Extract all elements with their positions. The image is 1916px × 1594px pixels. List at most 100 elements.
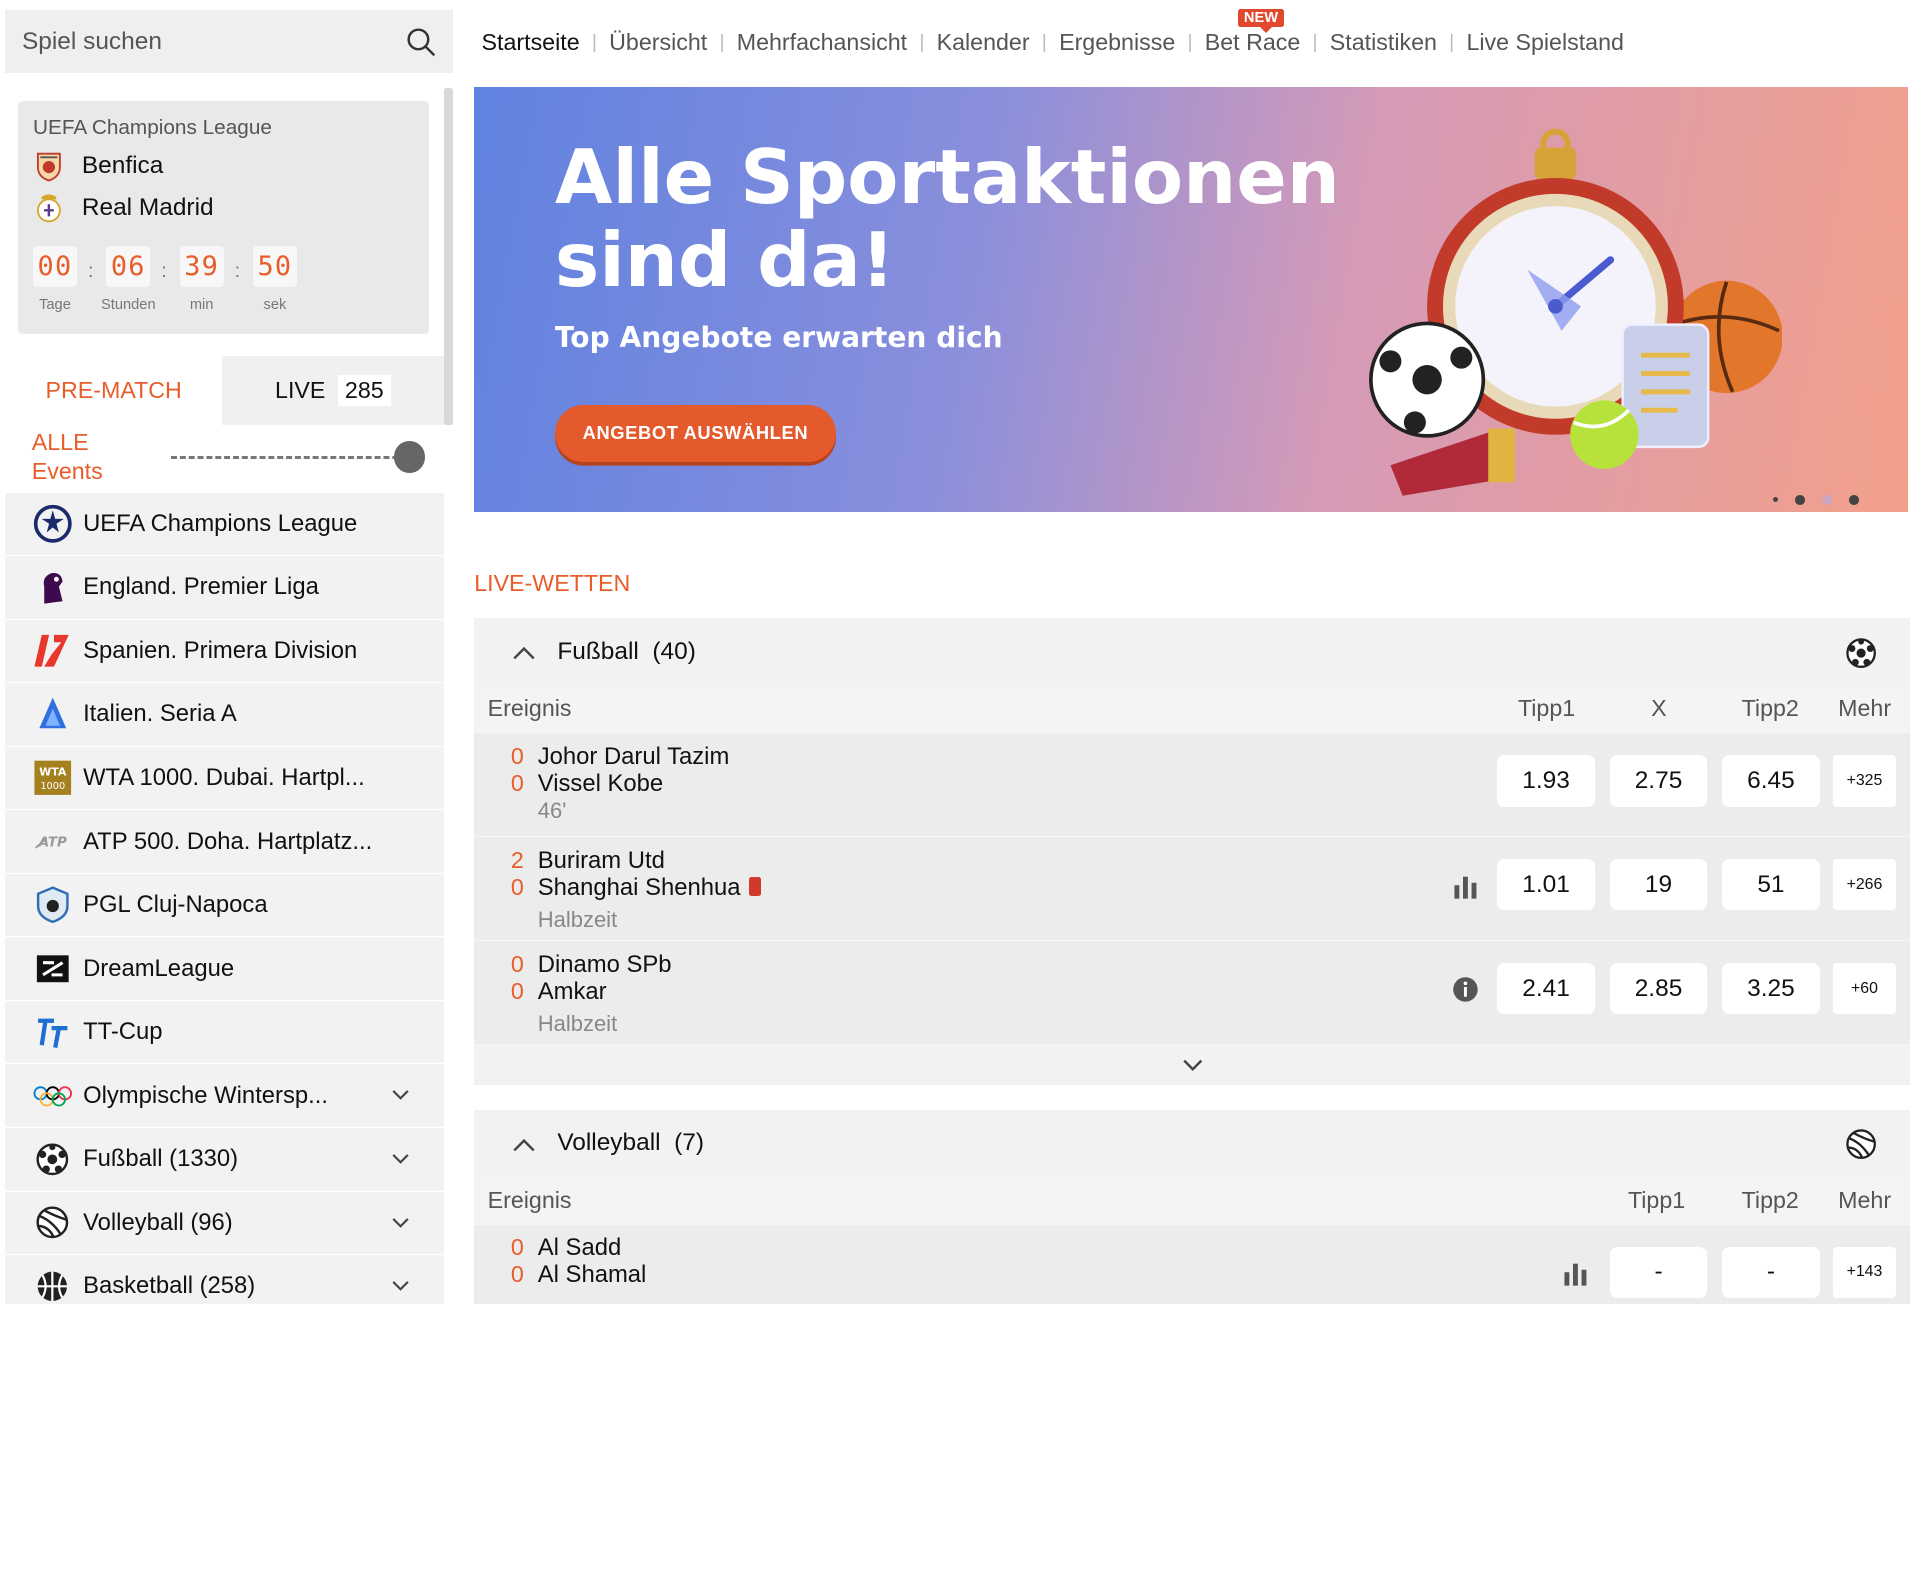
- league-item-volleyball[interactable]: Volleyball (96): [4, 1191, 444, 1256]
- match-status: Halbzeit: [537, 1010, 618, 1036]
- featured-match-card[interactable]: UEFA Champions League Benfica Real Madri…: [18, 101, 429, 334]
- more-markets-button[interactable]: +325: [1833, 755, 1896, 807]
- nav-item-bet-race[interactable]: NEW Bet Race: [1204, 8, 1301, 56]
- league-item-champions-league[interactable]: UEFA Champions League: [4, 492, 444, 557]
- event-row[interactable]: 0 0 Johor Darul Tazim Vissel Kobe 46' 1.…: [474, 733, 1911, 838]
- league-item-dreamleague[interactable]: DreamLeague: [4, 937, 444, 1001]
- team-away-wrap: Shanghai Shenhua: [538, 874, 762, 902]
- volleyball-header[interactable]: Volleyball (7): [474, 1110, 1910, 1178]
- nav-item-kalender[interactable]: Kalender: [937, 29, 1030, 56]
- col-tipp2: Tipp2: [1741, 695, 1799, 722]
- nav-item-uebersicht[interactable]: Übersicht: [609, 29, 707, 56]
- search-icon[interactable]: [405, 26, 437, 58]
- league-item-pgl[interactable]: PGL Cluj-Napoca: [4, 873, 444, 938]
- odd-x-button[interactable]: 19: [1609, 859, 1708, 911]
- match-status: 46': [537, 798, 567, 824]
- countdown-label: Stunden: [101, 296, 156, 313]
- odd-tipp1-button[interactable]: -: [1609, 1246, 1708, 1298]
- svg-text:WTA: WTA: [39, 766, 67, 779]
- chevron-up-icon[interactable]: [513, 645, 535, 660]
- carousel-dot[interactable]: [1822, 494, 1833, 505]
- show-more-events[interactable]: [474, 1044, 1911, 1086]
- col-tipp1: Tipp1: [1517, 695, 1576, 722]
- chevron-down-icon[interactable]: [392, 1086, 409, 1103]
- team-1-name: Benfica: [81, 152, 164, 180]
- more-markets-button[interactable]: +143: [1833, 1246, 1896, 1298]
- basketball-icon: [32, 1266, 74, 1304]
- chevron-down-icon[interactable]: [1183, 1057, 1203, 1072]
- search-input[interactable]: Spiel suchen: [4, 9, 454, 74]
- odd-tipp1-button[interactable]: 1.93: [1497, 755, 1595, 807]
- team-away: Al Shamal: [537, 1261, 647, 1289]
- odd-tipp1-button[interactable]: 1.01: [1497, 859, 1595, 911]
- nav-item-live-spielstand[interactable]: Live Spielstand: [1466, 29, 1623, 56]
- sport-title: Volleyball (7): [557, 1129, 704, 1157]
- nav-item-mehrfachansicht[interactable]: Mehrfachansicht: [737, 29, 907, 56]
- carousel-dot[interactable]: [1849, 494, 1859, 505]
- league-item-wta[interactable]: WTA 1000 WTA 1000. Dubai. Hartpl...: [4, 746, 444, 811]
- tab-live[interactable]: LIVE 285: [222, 355, 444, 426]
- page-root: Spiel suchen UEFA Champions League Benfi…: [0, 0, 1916, 1305]
- tab-prematch[interactable]: PRE-MATCH: [4, 355, 223, 426]
- stats-icon[interactable]: [1562, 1260, 1589, 1287]
- league-label: Volleyball (96): [83, 1208, 233, 1236]
- nav-item-startseite[interactable]: Startseite: [482, 29, 580, 56]
- odd-tipp2-button[interactable]: 51: [1722, 859, 1820, 911]
- league-label: Olympische Wintersp...: [83, 1081, 329, 1109]
- league-item-olympics[interactable]: Olympische Wintersp...: [4, 1064, 444, 1128]
- chevron-down-icon[interactable]: [392, 1214, 409, 1231]
- stats-icon[interactable]: [1452, 873, 1479, 900]
- chevron-down-icon[interactable]: [392, 1150, 409, 1167]
- event-row[interactable]: 2 0 Buriram Utd Shanghai Shenhua Halbzei…: [474, 837, 1911, 942]
- col-tipp1: Tipp1: [1627, 1186, 1686, 1213]
- chevron-down-icon[interactable]: [392, 1277, 409, 1294]
- nav-item-statistiken[interactable]: Statistiken: [1330, 29, 1437, 56]
- odd-tipp2-button[interactable]: 3.25: [1722, 963, 1820, 1015]
- countdown-label: min: [189, 296, 214, 313]
- top-navigation: Startseite | Übersicht | Mehrfachansicht…: [482, 8, 1624, 61]
- chevron-up-icon[interactable]: [513, 1137, 535, 1152]
- time-filter-slider-handle[interactable]: [393, 441, 426, 473]
- league-item-serie-a[interactable]: Italien. Seria A: [4, 683, 444, 747]
- league-item-atp[interactable]: ATP ATP 500. Doha. Hartplatz...: [4, 810, 444, 874]
- countdown-value: 06: [106, 245, 151, 288]
- time-filter-slider[interactable]: [171, 455, 416, 460]
- event-row[interactable]: 0 0 Al Sadd Al Shamal - - +143: [474, 1224, 1911, 1305]
- more-markets-button[interactable]: +266: [1833, 859, 1896, 911]
- nav-item-ergebnisse[interactable]: Ergebnisse: [1059, 29, 1175, 56]
- league-item-football[interactable]: Fußball (1330): [4, 1128, 444, 1192]
- odd-tipp2-button[interactable]: -: [1722, 1246, 1820, 1298]
- odd-tipp1-button[interactable]: 2.41: [1497, 963, 1595, 1015]
- sidebar-scrollbar[interactable]: [443, 87, 454, 426]
- event-row[interactable]: 0 0 Dinamo SPb Amkar Halbzeit 2.41 2.85 …: [474, 941, 1911, 1045]
- countdown-separator: :: [87, 260, 94, 283]
- carousel-dot[interactable]: [1773, 497, 1779, 503]
- league-item-basketball[interactable]: Basketball (258): [4, 1255, 444, 1305]
- nav-item-bet-race-label: Bet Race: [1204, 29, 1301, 56]
- odds-column-headers: Ereignis Tipp1 Tipp2 Mehr: [474, 1178, 1911, 1225]
- banner-subtitle: Top Angebote erwarten dich: [554, 321, 1003, 355]
- carousel-dot-active[interactable]: [1795, 494, 1806, 505]
- odd-x-button[interactable]: 2.85: [1609, 963, 1708, 1015]
- more-markets-button[interactable]: +60: [1833, 963, 1896, 1015]
- football-live-block: Fußball (40) Ereignis Tipp1 X Tipp2 Mehr…: [474, 618, 1911, 1086]
- league-list: UEFA Champions League England. Premier L…: [4, 492, 444, 1305]
- league-item-premier-league[interactable]: England. Premier Liga: [4, 556, 444, 620]
- tt-cup-icon: [32, 1011, 74, 1053]
- football-header[interactable]: Fußball (40): [474, 618, 1910, 686]
- team-away: Shanghai Shenhua: [537, 873, 741, 901]
- filter-label-line2: Events: [31, 458, 103, 485]
- match-mode-tabs: PRE-MATCH LIVE 285: [4, 355, 444, 426]
- info-icon[interactable]: [1452, 976, 1479, 1003]
- promo-banner[interactable]: Alle Sportaktionen sind da! Top Angebote…: [474, 86, 1908, 513]
- filter-label-line1: ALLE: [31, 428, 89, 455]
- league-item-tt-cup[interactable]: TT-Cup: [4, 1000, 444, 1065]
- banner-cta-button[interactable]: ANGEBOT AUSWÄHLEN: [554, 404, 836, 462]
- nav-separator: |: [591, 31, 597, 54]
- odd-x-button[interactable]: 2.75: [1609, 755, 1708, 807]
- league-item-laliga[interactable]: Spanien. Primera Division: [4, 619, 444, 684]
- score-away: 0: [510, 769, 524, 796]
- countdown-hours: 06 Stunden: [101, 245, 156, 313]
- odd-tipp2-button[interactable]: 6.45: [1722, 755, 1820, 807]
- featured-league: UEFA Champions League: [32, 116, 272, 140]
